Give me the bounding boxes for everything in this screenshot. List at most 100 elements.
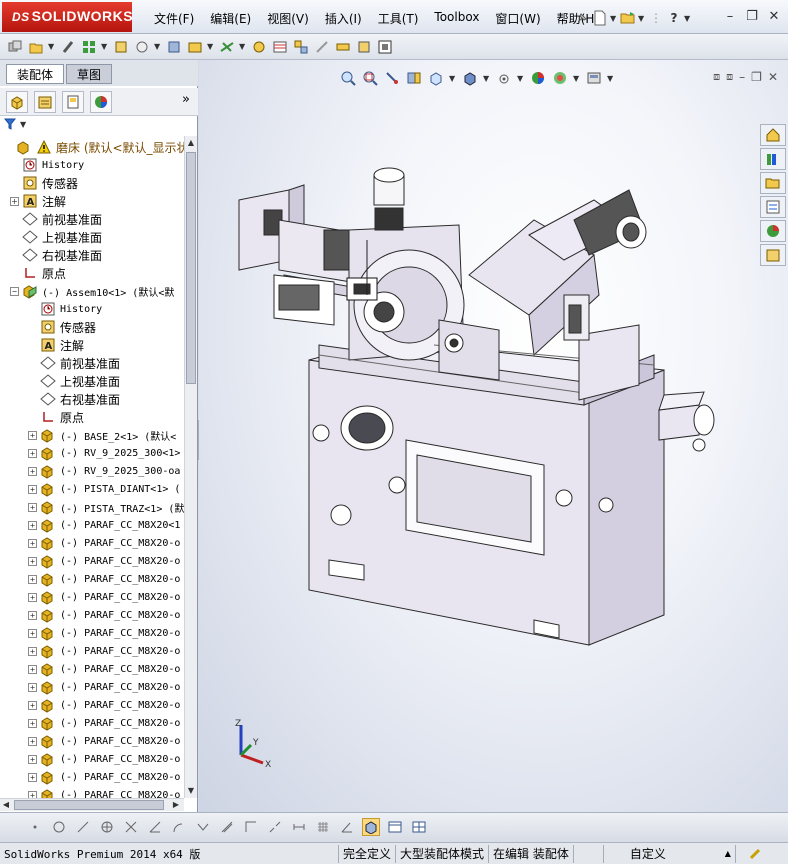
tree-item[interactable]: + (-) PARAF_CC_M8X20-o xyxy=(0,732,184,750)
tree-item[interactable]: 上视基准面 xyxy=(0,228,184,246)
scroll-up-icon[interactable]: ▲ xyxy=(185,136,197,150)
measure-icon[interactable] xyxy=(376,38,394,56)
chevron-down-icon[interactable]: ▼ xyxy=(20,120,28,129)
tree-item[interactable]: + (-) PISTA_TRAZ<1> (默 xyxy=(0,498,184,516)
convert-icon[interactable] xyxy=(194,818,212,836)
expand-toggle[interactable]: + xyxy=(28,520,37,530)
tree-item[interactable]: + (-) PARAF_CC_M8X20-o xyxy=(0,534,184,552)
design-library-icon[interactable] xyxy=(760,148,786,170)
tree-item[interactable]: + (-) BASE_2<1> (默认< xyxy=(0,426,184,444)
menu-file[interactable]: 文件(F) xyxy=(146,8,202,28)
custom-properties-icon[interactable] xyxy=(760,244,786,266)
appearances-scenes-icon[interactable] xyxy=(760,220,786,242)
extend-icon[interactable] xyxy=(146,818,164,836)
tree-item[interactable]: 原点 xyxy=(0,408,184,426)
chevron-down-icon[interactable]: ▼ xyxy=(207,42,215,51)
tree-item[interactable]: 前视基准面 xyxy=(0,354,184,372)
line-icon[interactable] xyxy=(74,818,92,836)
mirror-icon[interactable] xyxy=(218,818,236,836)
open-icon[interactable] xyxy=(620,10,636,26)
tree-item[interactable]: 原点 xyxy=(0,264,184,282)
tree-item[interactable]: 右视基准面 xyxy=(0,246,184,264)
tree-item[interactable]: A 注解 xyxy=(0,336,184,354)
tree-item[interactable]: + (-) PARAF_CC_M8X20-o xyxy=(0,714,184,732)
grinding-machine-model[interactable] xyxy=(199,60,759,680)
home-icon[interactable] xyxy=(760,124,786,146)
clearance-verification-icon[interactable] xyxy=(355,38,373,56)
tree-item[interactable]: 磨床 (默认<默认_显示状 xyxy=(0,138,184,156)
featuremanager-icon[interactable] xyxy=(6,90,28,113)
tree-item[interactable]: + (-) PARAF_CC_M8X20-o xyxy=(0,768,184,786)
filter-icon[interactable] xyxy=(4,118,18,130)
exploded-view-icon[interactable] xyxy=(292,38,310,56)
expand-toggle[interactable]: + xyxy=(28,574,37,584)
tree-item[interactable]: + (-) PARAF_CC_M8X20-o xyxy=(0,606,184,624)
expand-toggle[interactable]: + xyxy=(28,664,37,674)
angle-icon[interactable] xyxy=(338,818,356,836)
tree-item[interactable]: 右视基准面 xyxy=(0,390,184,408)
corner-icon[interactable] xyxy=(242,818,260,836)
menu-view[interactable]: 视图(V) xyxy=(259,8,317,28)
menu-tools[interactable]: 工具(T) xyxy=(370,8,427,28)
status-units[interactable]: 自定义 ▲ xyxy=(602,844,735,863)
graphics-area[interactable]: ▼ ▼ ▼ ▼ ▼ ⧈ ⧈ – ❐ ✕ Z Y X xyxy=(199,60,788,812)
tree-item[interactable]: + (-) PARAF_CC_M8X20-o xyxy=(0,696,184,714)
polygon-icon[interactable] xyxy=(98,818,116,836)
mate-icon[interactable] xyxy=(59,38,77,56)
tab-assembly[interactable]: 装配体 xyxy=(6,64,65,84)
move-component-icon[interactable] xyxy=(133,38,151,56)
expand-toggle[interactable]: + xyxy=(28,718,37,728)
component-pattern-icon[interactable] xyxy=(80,38,98,56)
configurationmanager-icon[interactable] xyxy=(62,90,84,113)
propertymanager-icon[interactable] xyxy=(34,90,56,113)
point-icon[interactable] xyxy=(26,818,44,836)
3d-view-icon[interactable] xyxy=(362,818,380,836)
scroll-right-icon[interactable]: ▶ xyxy=(170,798,182,812)
tree-item[interactable]: + (-) PARAF_CC_M8X20-o xyxy=(0,552,184,570)
new-motion-study-icon[interactable] xyxy=(250,38,268,56)
expand-toggle[interactable]: + xyxy=(28,592,37,602)
minimize-icon[interactable]: – xyxy=(720,7,740,25)
expand-toggle[interactable]: + xyxy=(28,772,37,782)
chevron-down-icon[interactable]: ▼ xyxy=(684,14,692,23)
tree-item[interactable]: + (-) PARAF_CC_M8X20-o xyxy=(0,750,184,768)
expand-toggle[interactable]: + xyxy=(28,430,37,440)
assembly-icon[interactable] xyxy=(6,38,24,56)
rebuild-icon[interactable] xyxy=(748,847,762,861)
centerline-icon[interactable] xyxy=(266,818,284,836)
chevron-down-icon[interactable]: ▼ xyxy=(239,42,247,51)
appearance-icon[interactable] xyxy=(90,90,112,113)
tree-item[interactable]: + (-) PARAF_CC_M8X20-o xyxy=(0,624,184,642)
single-view-icon[interactable] xyxy=(386,818,404,836)
show-hidden-icon[interactable] xyxy=(165,38,183,56)
assembly-features-icon[interactable] xyxy=(186,38,204,56)
expand-toggle[interactable]: − xyxy=(10,286,19,296)
tree-item[interactable]: + (-) PARAF_CC_M8X20-o xyxy=(0,786,184,798)
tree-item[interactable]: History xyxy=(0,156,184,174)
tree-item[interactable]: + (-) PARAF_CC_M8X20-o xyxy=(0,660,184,678)
more-tabs-button[interactable]: » xyxy=(182,92,190,107)
expand-toggle[interactable]: + xyxy=(28,682,37,692)
explode-line-icon[interactable] xyxy=(313,38,331,56)
tree-item[interactable]: + (-) PARAF_CC_M8X20<1 xyxy=(0,516,184,534)
smart-fasteners-icon[interactable] xyxy=(112,38,130,56)
expand-toggle[interactable]: + xyxy=(28,610,37,620)
menu-edit[interactable]: 编辑(E) xyxy=(202,8,259,28)
chevron-down-icon[interactable]: ▼ xyxy=(101,42,109,51)
circle-icon[interactable] xyxy=(50,818,68,836)
viewport-close-icon[interactable]: ✕ xyxy=(768,70,778,84)
tree-item[interactable]: − (-) Assem10<1> (默认<默 xyxy=(0,282,184,300)
tree-item[interactable]: + (-) PARAF_CC_M8X20-o xyxy=(0,642,184,660)
tree-item[interactable]: 前视基准面 xyxy=(0,210,184,228)
expand-toggle[interactable]: + xyxy=(28,502,37,512)
solidworks-logo[interactable]: DS SOLIDWORKS xyxy=(2,2,133,32)
two-view-icon[interactable] xyxy=(410,818,428,836)
horizontal-scrollbar[interactable]: ◀ ▶ xyxy=(0,798,184,811)
bill-of-materials-icon[interactable] xyxy=(271,38,289,56)
scroll-thumb[interactable] xyxy=(186,152,196,384)
chevron-down-icon[interactable]: ▼ xyxy=(638,14,646,23)
reference-geometry-icon[interactable] xyxy=(218,38,236,56)
new-document-icon[interactable] xyxy=(592,10,608,26)
tree-item[interactable]: + (-) RV_9_2025_300-oa xyxy=(0,462,184,480)
expand-toggle[interactable]: + xyxy=(28,700,37,710)
